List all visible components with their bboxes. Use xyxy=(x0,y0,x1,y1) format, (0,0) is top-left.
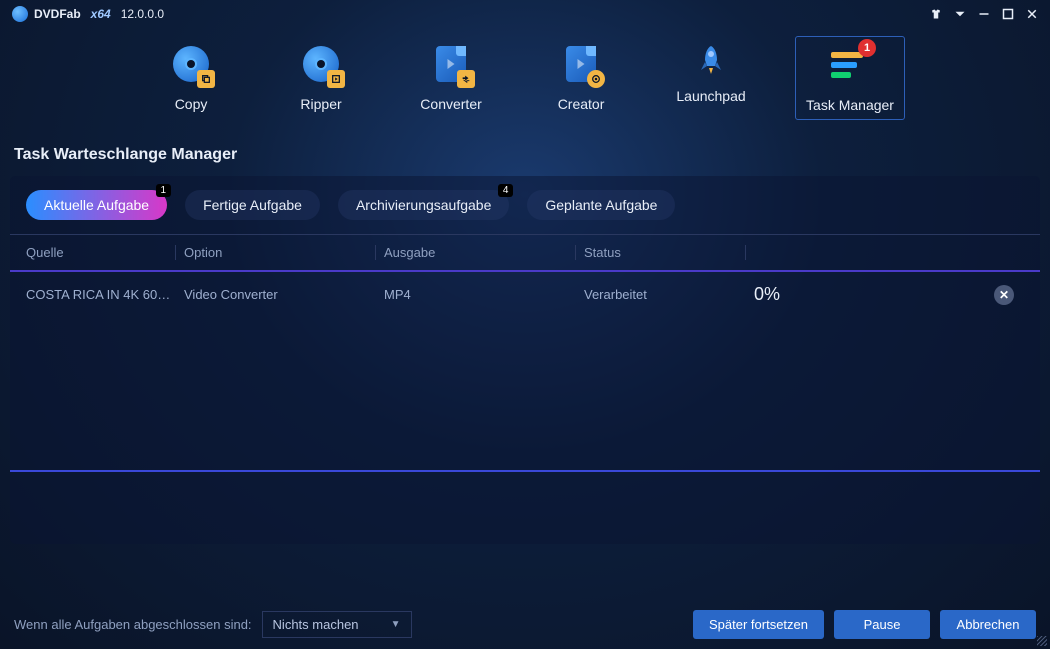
cell-status: Verarbeitet xyxy=(576,287,746,302)
dropdown-selected: Nichts machen xyxy=(273,617,359,632)
nav-label: Task Manager xyxy=(806,97,894,113)
completion-action-dropdown[interactable]: Nichts machen ▼ xyxy=(262,611,412,638)
remove-task-button[interactable]: ✕ xyxy=(994,285,1014,305)
resume-later-button[interactable]: Später fortsetzen xyxy=(693,610,824,639)
cell-option: Video Converter xyxy=(176,287,376,302)
table-row[interactable]: COSTA RICA IN 4K 60… Video Converter MP4… xyxy=(10,272,1040,317)
nav-label: Converter xyxy=(420,96,481,112)
tab-badge: 1 xyxy=(156,184,172,197)
edition-label: x64 xyxy=(91,7,111,21)
nav-task-manager[interactable]: 1 Task Manager xyxy=(795,36,905,120)
tab-label: Geplante Aufgabe xyxy=(545,197,657,213)
title-bar: DVDFab x64 12.0.0.0 xyxy=(0,0,1050,28)
file-create-icon xyxy=(559,42,603,86)
tab-label: Fertige Aufgabe xyxy=(203,197,302,213)
resize-grip-icon[interactable] xyxy=(1037,636,1047,646)
dropdown-caret-icon[interactable] xyxy=(954,8,966,20)
nav-label: Creator xyxy=(558,96,605,112)
nav-copy[interactable]: Copy xyxy=(145,36,237,120)
disc-copy-icon xyxy=(169,42,213,86)
tab-finished-tasks[interactable]: Fertige Aufgabe xyxy=(185,190,320,220)
page-title: Task Warteschlange Manager xyxy=(0,132,1050,172)
task-panel: Aktuelle Aufgabe 1 Fertige Aufgabe Archi… xyxy=(10,176,1040,544)
minimize-icon[interactable] xyxy=(978,8,990,20)
nav-converter[interactable]: Converter xyxy=(405,36,497,120)
nav-label: Launchpad xyxy=(676,88,745,104)
tab-current-tasks[interactable]: Aktuelle Aufgabe 1 xyxy=(26,190,167,220)
col-header-output: Ausgabe xyxy=(376,245,576,260)
file-convert-icon xyxy=(429,42,473,86)
nav-ripper[interactable]: Ripper xyxy=(275,36,367,120)
version-label: 12.0.0.0 xyxy=(121,7,164,21)
tab-badge: 4 xyxy=(498,184,514,197)
nav-label: Copy xyxy=(175,96,208,112)
table-body: COSTA RICA IN 4K 60… Video Converter MP4… xyxy=(10,272,1040,472)
nav-launchpad[interactable]: Launchpad xyxy=(665,36,757,120)
tab-archived-tasks[interactable]: Archivierungsaufgabe 4 xyxy=(338,190,509,220)
footer-label: Wenn alle Aufgaben abgeschlossen sind: xyxy=(14,617,252,632)
close-icon[interactable] xyxy=(1026,8,1038,20)
cell-progress: 0% xyxy=(746,284,994,305)
shirt-icon[interactable] xyxy=(930,8,942,20)
col-header-option: Option xyxy=(176,245,376,260)
table-header: Quelle Option Ausgabe Status xyxy=(10,234,1040,272)
footer: Wenn alle Aufgaben abgeschlossen sind: N… xyxy=(0,600,1050,649)
top-nav: Copy Ripper Converter Creator Launchpad xyxy=(0,28,1050,132)
window-controls xyxy=(930,8,1038,20)
task-manager-icon: 1 xyxy=(828,43,872,87)
notification-badge: 1 xyxy=(858,39,876,57)
nav-creator[interactable]: Creator xyxy=(535,36,627,120)
cell-source: COSTA RICA IN 4K 60… xyxy=(26,287,176,302)
tab-label: Archivierungsaufgabe xyxy=(356,197,491,213)
cell-output: MP4 xyxy=(376,287,576,302)
brand-name: DVDFab xyxy=(34,7,81,21)
col-header-status: Status xyxy=(576,245,746,260)
col-header-source: Quelle xyxy=(26,245,176,260)
task-tabs: Aktuelle Aufgabe 1 Fertige Aufgabe Archi… xyxy=(10,190,1040,234)
nav-label: Ripper xyxy=(300,96,341,112)
cancel-button[interactable]: Abbrechen xyxy=(940,610,1036,639)
pause-button[interactable]: Pause xyxy=(834,610,930,639)
disc-ripper-icon xyxy=(299,42,343,86)
tab-label: Aktuelle Aufgabe xyxy=(44,197,149,213)
app-logo-icon xyxy=(12,6,28,22)
chevron-down-icon: ▼ xyxy=(391,619,401,630)
maximize-icon[interactable] xyxy=(1002,8,1014,20)
rocket-icon xyxy=(693,42,729,78)
tab-scheduled-tasks[interactable]: Geplante Aufgabe xyxy=(527,190,675,220)
logo-area: DVDFab x64 12.0.0.0 xyxy=(12,6,164,22)
